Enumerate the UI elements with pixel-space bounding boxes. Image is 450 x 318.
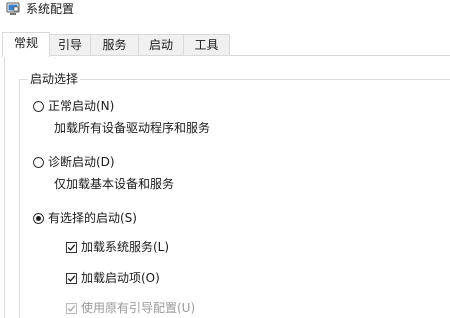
startup-selection-legend: 启动选择 — [28, 71, 81, 87]
diagnostic-startup-radio-button[interactable] — [33, 156, 44, 168]
normal-startup-radio[interactable]: 正常启动(N) — [33, 97, 114, 115]
load-system-services-checkbox[interactable]: 加载系统服务(L) — [66, 238, 169, 256]
tab-tools[interactable]: 工具 — [183, 34, 230, 55]
system-configuration-window: 系统配置 常规 引导 服务 启动 工具 启动选择 正常启动(N) 加载所有设备驱… — [0, 0, 450, 318]
selective-startup-radio[interactable]: 有选择的启动(S) — [33, 209, 137, 227]
selective-startup-radio-button[interactable] — [33, 212, 44, 224]
tab-boot[interactable]: 引导 — [49, 34, 91, 55]
load-startup-items-check[interactable] — [66, 272, 77, 284]
load-startup-items-checkbox[interactable]: 加载启动项(O) — [66, 269, 160, 287]
system-configuration-icon — [6, 2, 20, 15]
load-system-services-check[interactable] — [66, 241, 77, 253]
load-startup-items-label[interactable]: 加载启动项(O) — [81, 270, 160, 286]
diagnostic-startup-radio[interactable]: 诊断启动(D) — [33, 153, 115, 171]
normal-startup-radio-button[interactable] — [33, 100, 44, 112]
title-bar: 系统配置 — [0, 0, 450, 30]
tab-general[interactable]: 常规 — [2, 32, 50, 57]
diagnostic-startup-description: 仅加载基本设备和服务 — [54, 177, 175, 191]
checkmark-icon — [67, 304, 76, 312]
checkmark-icon — [67, 243, 76, 251]
tab-strip: 常规 引导 服务 启动 工具 — [0, 32, 450, 57]
tab-services[interactable]: 服务 — [90, 34, 139, 55]
window-title: 系统配置 — [26, 2, 75, 16]
use-original-boot-config-checkbox: 使用原有引导配置(U) — [66, 299, 195, 317]
normal-startup-description: 加载所有设备驱动程序和服务 — [54, 121, 211, 135]
tab-startup[interactable]: 启动 — [138, 34, 184, 55]
normal-startup-label[interactable]: 正常启动(N) — [48, 98, 114, 114]
checkmark-icon — [67, 274, 76, 282]
selective-startup-label[interactable]: 有选择的启动(S) — [48, 210, 137, 226]
diagnostic-startup-label[interactable]: 诊断启动(D) — [48, 154, 115, 170]
load-system-services-label[interactable]: 加载系统服务(L) — [81, 239, 169, 255]
use-original-boot-config-check — [66, 302, 77, 314]
use-original-boot-config-label: 使用原有引导配置(U) — [81, 301, 196, 315]
